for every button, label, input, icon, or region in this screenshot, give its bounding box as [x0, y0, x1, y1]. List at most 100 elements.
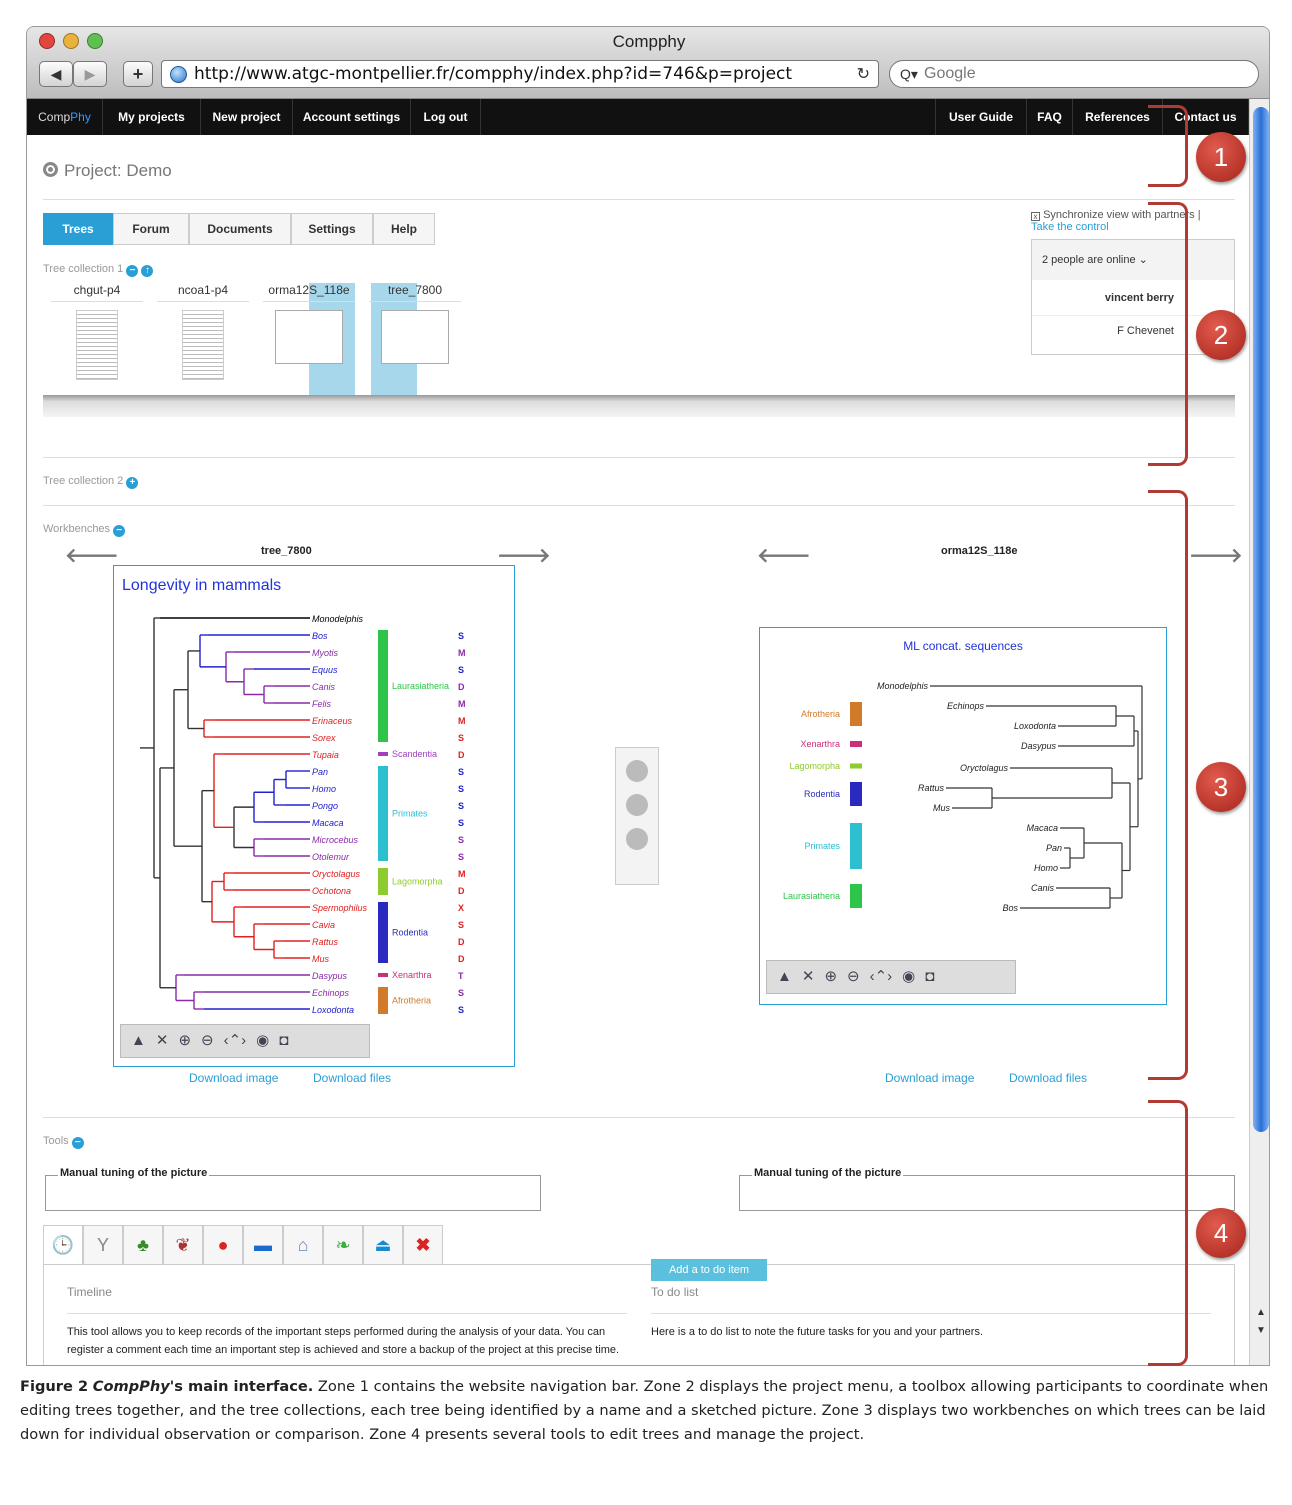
delete-icon[interactable]: ✖ — [403, 1225, 443, 1265]
expand-icon[interactable]: + — [126, 477, 139, 489]
scrollbar-thumb[interactable] — [1253, 107, 1269, 1132]
collapse-icon[interactable]: − — [113, 525, 126, 537]
tab-trees[interactable]: Trees — [43, 213, 113, 245]
tab-documents[interactable]: Documents — [189, 213, 291, 245]
divider — [43, 457, 1235, 458]
arrow-right-icon[interactable]: 🡒 — [1189, 543, 1243, 568]
trait-code: D — [458, 750, 465, 760]
taxon-label: Bos — [1002, 903, 1018, 913]
taxon-label: Dasypus — [1021, 741, 1057, 751]
online-count: 2 people are online — [1042, 254, 1136, 266]
divider — [67, 1313, 627, 1314]
arrow-left-icon[interactable]: 🡐 — [65, 543, 119, 568]
yin-yang-icon[interactable] — [626, 794, 648, 816]
back-button[interactable]: ◀ — [39, 61, 73, 87]
clock-icon[interactable]: 🕒 — [43, 1225, 83, 1265]
up-arrow-icon[interactable]: ↑ — [141, 265, 154, 277]
tree-thumbnail-orma12s[interactable]: orma12S_118e — [263, 283, 355, 364]
center-icon[interactable]: ◉ — [256, 1031, 269, 1049]
collapse-icon[interactable]: − — [71, 1137, 84, 1149]
center-icon[interactable]: ◉ — [902, 967, 915, 985]
camera-icon[interactable]: ◘ — [925, 968, 934, 985]
take-control-link[interactable]: Take the control — [1031, 221, 1109, 233]
tree-thumbnail-ncoa1[interactable]: ncoa1-p4 — [157, 283, 249, 380]
clade-bar — [378, 987, 388, 1014]
search-field[interactable]: Q▾ Google — [889, 60, 1259, 88]
search-placeholder: Google — [924, 65, 976, 82]
site-navbar: CompPhy My projects New project Account … — [27, 99, 1249, 135]
camera-icon[interactable]: ◘ — [279, 1032, 288, 1049]
collapse-icon[interactable]: − — [126, 265, 139, 277]
pan-icon[interactable]: ‹⌃› — [224, 1031, 247, 1049]
reload-icon[interactable]: ↻ — [857, 61, 870, 87]
figure-caption: Figure 2 CompPhy's main interface. Zone … — [20, 1375, 1275, 1447]
arrow-left-icon[interactable]: 🡐 — [757, 543, 811, 568]
root-icon[interactable]: ▲ — [131, 1032, 146, 1049]
page-scrollbar[interactable]: ▲ ▼ — [1249, 99, 1269, 1365]
add-todo-button[interactable]: Add a to do item — [651, 1259, 767, 1281]
leaf-icon[interactable]: ❧ — [323, 1225, 363, 1265]
clade-label: Lagomorpha — [789, 761, 840, 771]
divider — [651, 1313, 1211, 1314]
zoom-out-icon[interactable]: ⊖ — [847, 967, 860, 985]
tab-settings[interactable]: Settings — [291, 213, 373, 245]
scroll-up-arrow[interactable]: ▲ — [1253, 1307, 1269, 1318]
filter-icon[interactable]: Y — [83, 1225, 123, 1265]
add-bookmark-button[interactable]: + — [123, 61, 153, 87]
tree-collection-1-header: Tree collection 1 − ↑ — [43, 263, 154, 277]
tag-icon[interactable]: ⌂ — [283, 1225, 323, 1265]
caption-app-name: CompPhy — [92, 1378, 170, 1395]
browser-window: Compphy ◀ ▶ + http://www.atgc-montpellie… — [26, 26, 1270, 1366]
zoom-out-icon[interactable]: ⊖ — [201, 1031, 214, 1049]
tree-thumbnail-chgut[interactable]: chgut-p4 — [51, 283, 143, 380]
manual-tuning-label: Manual tuning of the picture — [752, 1167, 904, 1179]
sync-checkbox[interactable]: x — [1031, 212, 1040, 221]
zoom-in-icon[interactable]: ⊕ — [824, 967, 837, 985]
tree-name: orma12S_118e — [263, 283, 355, 302]
compare-icon[interactable] — [626, 760, 648, 782]
forward-button[interactable]: ▶ — [73, 61, 107, 87]
tab-help[interactable]: Help — [373, 213, 435, 245]
swap-icon[interactable]: ✕ — [802, 967, 815, 985]
nav-user-guide[interactable]: User Guide — [935, 99, 1027, 135]
monitor-icon[interactable]: ▬ — [243, 1225, 283, 1265]
download-files-link[interactable]: Download files — [1009, 1071, 1087, 1085]
mushroom-icon[interactable]: ● — [203, 1225, 243, 1265]
clade-bar — [378, 752, 388, 756]
trait-code: S — [458, 835, 464, 845]
brand-logo[interactable]: CompPhy — [27, 99, 103, 135]
swap-icon[interactable]: ✕ — [156, 1031, 169, 1049]
workbench-left[interactable]: Longevity in mammals Monodelphis Bos S Myoti… — [113, 565, 515, 1067]
zoom-in-icon[interactable]: ⊕ — [178, 1031, 191, 1049]
nav-my-projects[interactable]: My projects — [103, 99, 201, 135]
tree-toolbar: ▲ ✕ ⊕ ⊖ ‹⌃› ◉ ◘ — [120, 1024, 370, 1058]
pan-icon[interactable]: ‹⌃› — [870, 967, 893, 985]
address-bar[interactable]: http://www.atgc-montpellier.fr/compphy/i… — [161, 60, 879, 88]
download-files-link[interactable]: Download files — [313, 1071, 391, 1085]
tree-icon[interactable]: ❦ — [163, 1225, 203, 1265]
upload-icon[interactable]: ⏏ — [363, 1225, 403, 1265]
download-image-link[interactable]: Download image — [885, 1071, 974, 1085]
online-dropdown[interactable]: 2 people are online ⌄ — [1032, 240, 1234, 280]
scroll-down-arrow[interactable]: ▼ — [1253, 1325, 1269, 1336]
zone-badge: 4 — [1196, 1208, 1246, 1258]
nav-account-settings[interactable]: Account settings — [293, 99, 411, 135]
nav-new-project[interactable]: New project — [201, 99, 293, 135]
tree-icon[interactable] — [626, 828, 648, 850]
workbench-right[interactable]: ML concat. sequences Monodelphis Echinops L… — [759, 627, 1167, 1005]
taxon-label: Canis — [1031, 883, 1055, 893]
nav-log-out[interactable]: Log out — [411, 99, 481, 135]
divider — [43, 505, 1235, 506]
tree-shelf — [43, 395, 1235, 417]
clade-bar — [850, 763, 862, 769]
plant-icon[interactable]: ♣ — [123, 1225, 163, 1265]
tree-thumbnail-tree7800[interactable]: tree_7800 — [369, 283, 461, 364]
nav-faq[interactable]: FAQ — [1027, 99, 1073, 135]
download-image-link[interactable]: Download image — [189, 1071, 278, 1085]
tab-forum[interactable]: Forum — [113, 213, 189, 245]
zone-badge: 1 — [1196, 132, 1246, 182]
root-icon[interactable]: ▲ — [777, 968, 792, 985]
divider — [43, 199, 1235, 200]
brand-text-comp: Comp — [38, 110, 71, 124]
tree-sketch — [182, 310, 224, 380]
